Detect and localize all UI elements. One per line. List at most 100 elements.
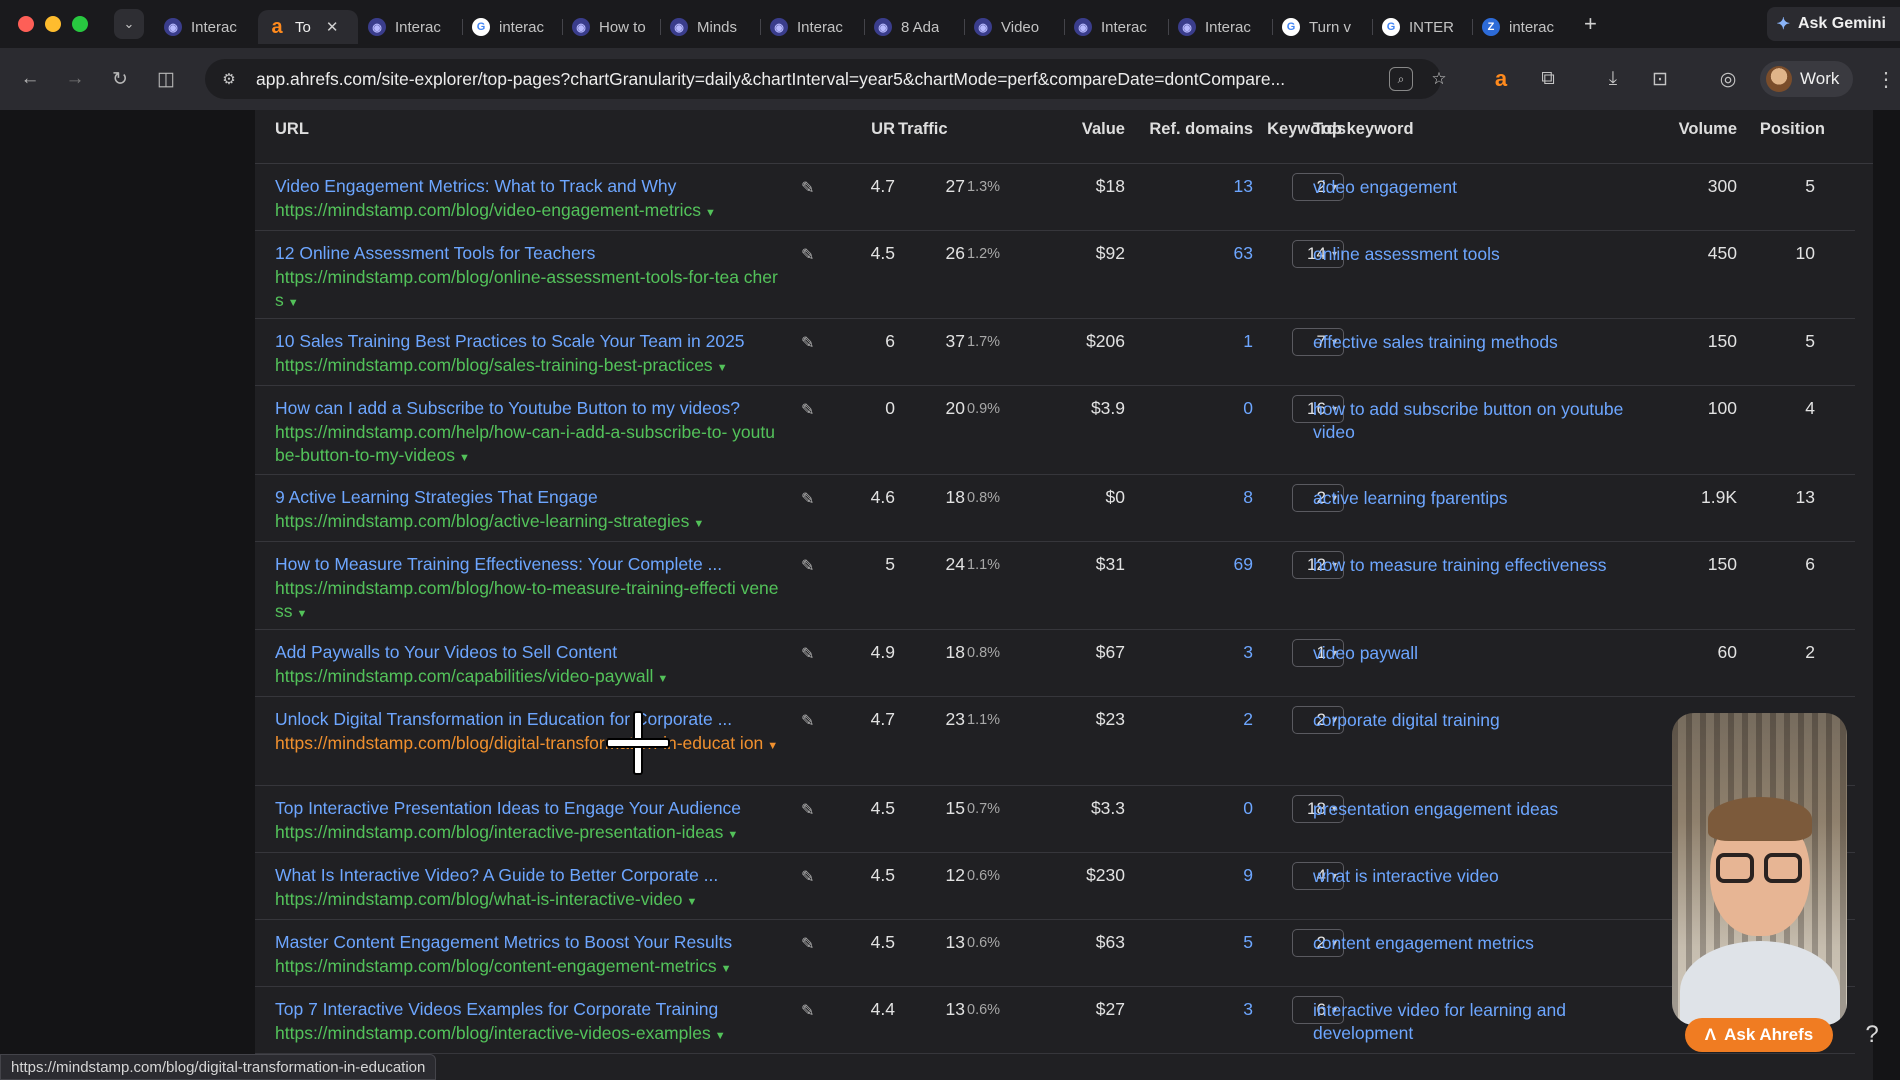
- tab-14[interactable]: Zinterac: [1472, 10, 1572, 44]
- close-tab-icon[interactable]: ✕: [326, 18, 339, 36]
- ask-gemini-button[interactable]: ✦ Ask Gemini: [1766, 7, 1900, 41]
- tab-6[interactable]: ◉ Minds: [660, 10, 760, 44]
- ref-domains-link[interactable]: 9: [1125, 865, 1253, 886]
- caret-down-icon[interactable]: ▼: [297, 608, 308, 620]
- ref-domains-link[interactable]: 3: [1125, 642, 1253, 663]
- profile-button[interactable]: Work: [1760, 61, 1854, 97]
- col-top-keyword[interactable]: Top keyword: [1313, 120, 1414, 139]
- top-keyword-link[interactable]: interactive video for learning and devel…: [1313, 999, 1653, 1045]
- magic-wand-icon[interactable]: ✎: [801, 800, 814, 820]
- page-url-link[interactable]: https://mindstamp.com/help/how-can-i-add…: [275, 421, 780, 470]
- caret-down-icon[interactable]: ▼: [687, 896, 698, 908]
- magic-wand-icon[interactable]: ✎: [801, 178, 814, 198]
- tab-2[interactable]: a To ✕: [258, 10, 358, 44]
- page-url-link[interactable]: https://mindstamp.com/blog/content-engag…: [275, 955, 780, 981]
- split-view-button[interactable]: ◫: [148, 61, 184, 97]
- page-url-link[interactable]: https://mindstamp.com/blog/how-to-measur…: [275, 577, 780, 626]
- magic-wand-icon[interactable]: ✎: [801, 711, 814, 731]
- screenshot-icon[interactable]: ⊡: [1643, 62, 1677, 96]
- caret-down-icon[interactable]: ▼: [767, 740, 778, 752]
- top-keyword-link[interactable]: what is interactive video: [1313, 865, 1653, 888]
- tab-13[interactable]: G INTER: [1372, 10, 1472, 44]
- tab-11[interactable]: ◉ Interac: [1168, 10, 1272, 44]
- ahrefs-extension-icon[interactable]: a: [1484, 62, 1518, 96]
- caret-down-icon[interactable]: ▼: [459, 452, 470, 464]
- page-url-link[interactable]: https://mindstamp.com/blog/interactive-p…: [275, 821, 780, 847]
- forward-button[interactable]: →: [57, 61, 93, 97]
- top-keyword-link[interactable]: content engagement metrics: [1313, 932, 1653, 955]
- ask-ahrefs-button[interactable]: Λ Ask Ahrefs: [1685, 1018, 1833, 1052]
- tab-5[interactable]: ◉ How to: [562, 10, 660, 44]
- caret-down-icon[interactable]: ▼: [715, 1030, 726, 1042]
- col-volume[interactable]: Volume: [1647, 120, 1737, 139]
- url-text[interactable]: app.ahrefs.com/site-explorer/top-pages?c…: [256, 69, 1371, 90]
- page-url-link[interactable]: https://mindstamp.com/blog/video-engagem…: [275, 199, 780, 225]
- page-title-link[interactable]: 12 Online Assessment Tools for Teachers: [275, 243, 595, 264]
- page-url-link[interactable]: https://mindstamp.com/blog/active-learni…: [275, 510, 780, 536]
- page-title-link[interactable]: Video Engagement Metrics: What to Track …: [275, 176, 676, 197]
- tab-9[interactable]: ◉ Video: [964, 10, 1064, 44]
- help-button[interactable]: ?: [1858, 1020, 1886, 1050]
- col-position[interactable]: Position: [1725, 120, 1825, 139]
- minimize-window-button[interactable]: [45, 16, 61, 32]
- magic-wand-icon[interactable]: ✎: [801, 245, 814, 265]
- page-url-link[interactable]: https://mindstamp.com/blog/sales-trainin…: [275, 354, 780, 380]
- top-keyword-link[interactable]: how to add subscribe button on youtube v…: [1313, 398, 1653, 444]
- caret-down-icon[interactable]: ▼: [288, 297, 299, 309]
- tab-12[interactable]: G Turn v: [1272, 10, 1372, 44]
- top-keyword-link[interactable]: video engagement: [1313, 176, 1653, 199]
- page-title-link[interactable]: 9 Active Learning Strategies That Engage: [275, 487, 598, 508]
- caret-down-icon[interactable]: ▼: [693, 518, 704, 530]
- tab-7[interactable]: ◉ Interac: [760, 10, 864, 44]
- magic-wand-icon[interactable]: ✎: [801, 867, 814, 887]
- page-title-link[interactable]: How to Measure Training Effectiveness: Y…: [275, 554, 722, 575]
- top-keyword-link[interactable]: video paywall: [1313, 642, 1653, 665]
- page-url-link[interactable]: https://mindstamp.com/blog/digital-trans…: [275, 732, 780, 758]
- ref-domains-link[interactable]: 63: [1125, 243, 1253, 264]
- new-tab-button[interactable]: +: [1584, 11, 1597, 37]
- top-keyword-link[interactable]: how to measure training effectiveness: [1313, 554, 1653, 577]
- magic-wand-icon[interactable]: ✎: [801, 333, 814, 353]
- tab-1[interactable]: ◉ Interac: [154, 10, 258, 44]
- magic-wand-icon[interactable]: ✎: [801, 489, 814, 509]
- top-keyword-link[interactable]: active learning fparentips: [1313, 487, 1653, 510]
- ref-domains-link[interactable]: 8: [1125, 487, 1253, 508]
- back-button[interactable]: ←: [12, 61, 48, 97]
- page-title-link[interactable]: Top 7 Interactive Videos Examples for Co…: [275, 999, 718, 1020]
- extensions-puzzle-icon[interactable]: ⧉: [1531, 62, 1565, 96]
- magic-wand-icon[interactable]: ✎: [801, 556, 814, 576]
- presenter-video-bubble[interactable]: [1672, 713, 1847, 1025]
- page-title-link[interactable]: Add Paywalls to Your Videos to Sell Cont…: [275, 642, 617, 663]
- tab-search-button[interactable]: ⌄: [114, 9, 144, 39]
- ref-domains-link[interactable]: 0: [1125, 798, 1253, 819]
- page-title-link[interactable]: Top Interactive Presentation Ideas to En…: [275, 798, 741, 819]
- caret-down-icon[interactable]: ▼: [727, 829, 738, 841]
- caret-down-icon[interactable]: ▼: [657, 673, 668, 685]
- col-ref-domains[interactable]: Ref. domains: [1123, 120, 1253, 139]
- ref-domains-link[interactable]: 69: [1125, 554, 1253, 575]
- caret-down-icon[interactable]: ▼: [717, 362, 728, 374]
- download-icon[interactable]: ⤓: [1596, 62, 1630, 96]
- close-window-button[interactable]: [18, 16, 34, 32]
- page-url-link[interactable]: https://mindstamp.com/blog/online-assess…: [275, 266, 780, 315]
- tab-8[interactable]: ◉ 8 Ada: [864, 10, 964, 44]
- col-ur[interactable]: UR: [855, 120, 895, 139]
- top-keyword-link[interactable]: presentation engagement ideas: [1313, 798, 1653, 821]
- page-url-link[interactable]: https://mindstamp.com/capabilities/video…: [275, 665, 780, 691]
- tab-3[interactable]: ◉ Interac: [358, 10, 462, 44]
- ref-domains-link[interactable]: 0: [1125, 398, 1253, 419]
- performance-icon[interactable]: ◎: [1711, 62, 1745, 96]
- tab-4[interactable]: Ginterac: [462, 10, 562, 44]
- browser-menu-icon[interactable]: ⋮: [1876, 62, 1896, 96]
- lens-icon[interactable]: ⌕: [1389, 67, 1413, 91]
- ref-domains-link[interactable]: 5: [1125, 932, 1253, 953]
- tab-10[interactable]: ◉ Interac: [1064, 10, 1168, 44]
- ref-domains-link[interactable]: 3: [1125, 999, 1253, 1020]
- col-value[interactable]: Value: [1045, 120, 1125, 139]
- page-title-link[interactable]: Master Content Engagement Metrics to Boo…: [275, 932, 732, 953]
- caret-down-icon[interactable]: ▼: [721, 963, 732, 975]
- bookmark-star-icon[interactable]: ☆: [1427, 67, 1451, 91]
- maximize-window-button[interactable]: [72, 16, 88, 32]
- top-keyword-link[interactable]: online assessment tools: [1313, 243, 1653, 266]
- top-keyword-link[interactable]: effective sales training methods: [1313, 331, 1653, 354]
